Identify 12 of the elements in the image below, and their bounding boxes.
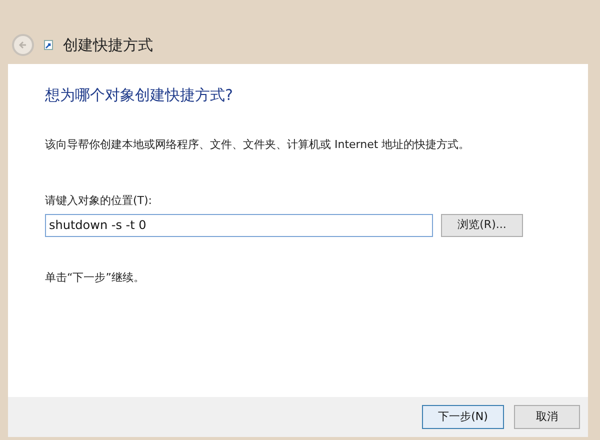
hint: 单击“下一步”继续。 <box>45 270 146 286</box>
next-button[interactable]: 下一步(N) <box>422 405 504 429</box>
heading: 想为哪个对象创建快捷方式? <box>45 85 234 106</box>
description: 该向导帮你创建本地或网络程序、文件、文件夹、计算机或 Internet 地址的快捷方式。 <box>45 136 471 152</box>
window-title: 创建快捷方式 <box>63 34 153 56</box>
location-label: 请键入对象的位置(T): <box>45 193 154 209</box>
browse-button[interactable]: 浏览(R)... <box>441 214 523 236</box>
location-field[interactable]: shutdown -s -t 0 <box>45 214 433 236</box>
left-arrow-icon <box>18 40 28 50</box>
shortcut-icon <box>44 40 53 50</box>
cancel-button[interactable]: 取消 <box>514 405 580 429</box>
back-button[interactable] <box>12 34 34 56</box>
